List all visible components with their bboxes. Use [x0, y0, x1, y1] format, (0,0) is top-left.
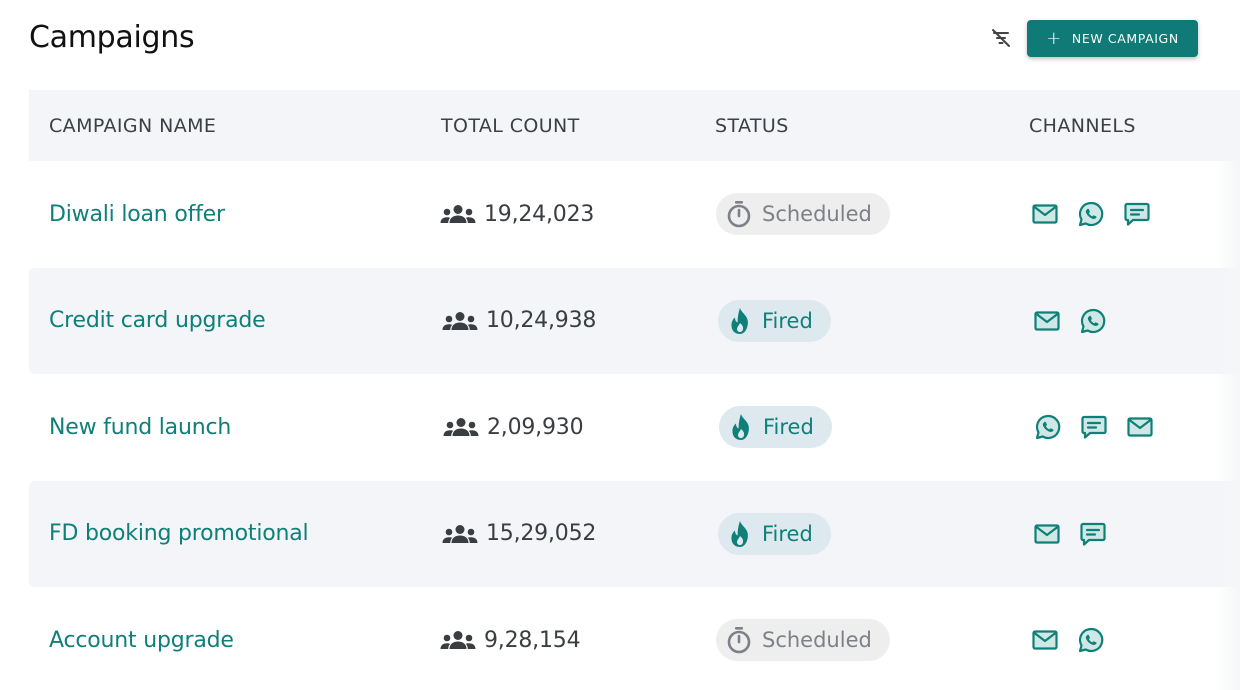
whatsapp-icon[interactable] — [1077, 200, 1105, 228]
campaign-name-link[interactable]: Credit card upgrade — [49, 268, 266, 375]
table-header: CAMPAIGN NAME TOTAL COUNT STATUS CHANNEL… — [29, 90, 1240, 161]
sms-icon[interactable] — [1079, 520, 1107, 548]
table-row[interactable]: New fund launch 2,09,930 Fired — [29, 374, 1240, 481]
column-header-channels[interactable]: CHANNELS — [1029, 90, 1136, 161]
clear-filter-button[interactable] — [985, 26, 1017, 54]
total-count-cell: 10,24,938 — [442, 268, 596, 375]
whatsapp-icon[interactable] — [1077, 626, 1105, 654]
column-header-total-count[interactable]: TOTAL COUNT — [441, 90, 580, 161]
status-cell: Scheduled — [716, 161, 890, 268]
timer-icon — [726, 200, 752, 228]
channels-cell — [1033, 268, 1107, 375]
people-icon — [442, 524, 478, 544]
whatsapp-icon[interactable] — [1079, 307, 1107, 335]
campaigns-table: CAMPAIGN NAME TOTAL COUNT STATUS CHANNEL… — [29, 90, 1240, 690]
total-count-value: 19,24,023 — [484, 201, 595, 227]
page-title: Campaigns — [29, 20, 195, 55]
new-campaign-label: NEW CAMPAIGN — [1071, 31, 1179, 46]
total-count-value: 10,24,938 — [486, 308, 597, 334]
campaign-name-link[interactable]: Diwali loan offer — [49, 161, 225, 268]
channels-cell — [1033, 481, 1107, 588]
status-cell: Fired — [719, 374, 832, 481]
email-icon[interactable] — [1031, 626, 1059, 654]
total-count-value: 2,09,930 — [487, 414, 584, 440]
campaign-name-link[interactable]: New fund launch — [49, 374, 231, 481]
people-icon — [443, 417, 479, 437]
total-count-value: 15,29,052 — [486, 521, 597, 547]
column-header-status[interactable]: STATUS — [715, 90, 789, 161]
status-label: Fired — [763, 415, 814, 440]
people-icon — [440, 204, 476, 224]
fire-icon — [729, 413, 753, 441]
new-campaign-button[interactable]: + NEW CAMPAIGN — [1027, 20, 1198, 57]
people-icon — [440, 630, 476, 650]
column-header-campaign-name[interactable]: CAMPAIGN NAME — [49, 90, 216, 161]
status-badge: Scheduled — [716, 193, 890, 236]
status-badge: Fired — [718, 512, 831, 555]
channels-cell — [1031, 161, 1151, 268]
status-badge: Fired — [719, 406, 832, 449]
campaign-name-link[interactable]: FD booking promotional — [49, 481, 309, 588]
whatsapp-icon[interactable] — [1034, 413, 1062, 441]
status-cell: Fired — [718, 481, 831, 588]
scroll-edge-shadow — [1216, 160, 1240, 690]
status-label: Fired — [762, 521, 813, 546]
status-badge: Scheduled — [716, 619, 890, 662]
table-row[interactable]: Credit card upgrade 10,24,938 Fired — [29, 267, 1240, 375]
campaign-name-link[interactable]: Account upgrade — [49, 587, 234, 690]
email-icon[interactable] — [1126, 413, 1154, 441]
total-count-cell: 2,09,930 — [443, 374, 584, 481]
table-row[interactable]: Account upgrade 9,28,154 Scheduled — [29, 587, 1240, 690]
email-icon[interactable] — [1033, 307, 1061, 335]
fire-icon — [728, 520, 752, 548]
total-count-cell: 19,24,023 — [440, 161, 594, 268]
people-icon — [442, 311, 478, 331]
total-count-cell: 15,29,052 — [442, 481, 596, 588]
table-row[interactable]: FD booking promotional 15,29,052 Fired — [29, 480, 1240, 588]
total-count-value: 9,28,154 — [484, 627, 581, 653]
total-count-cell: 9,28,154 — [440, 587, 581, 690]
page-header: Campaigns + NEW CAMPAIGN — [0, 0, 1240, 90]
status-label: Scheduled — [762, 202, 872, 227]
filter-off-icon — [990, 28, 1012, 52]
status-cell: Scheduled — [716, 587, 890, 690]
email-icon[interactable] — [1031, 200, 1059, 228]
status-badge: Fired — [718, 299, 831, 342]
channels-cell — [1034, 374, 1154, 481]
plus-icon: + — [1046, 27, 1062, 49]
channels-cell — [1031, 587, 1105, 690]
sms-icon[interactable] — [1080, 413, 1108, 441]
status-label: Fired — [762, 308, 813, 333]
table-body: Diwali loan offer 19,24,023 Scheduled Credi… — [29, 161, 1240, 690]
sms-icon[interactable] — [1123, 200, 1151, 228]
fire-icon — [728, 307, 752, 335]
timer-icon — [726, 626, 752, 654]
status-label: Scheduled — [762, 628, 872, 653]
email-icon[interactable] — [1033, 520, 1061, 548]
table-row[interactable]: Diwali loan offer 19,24,023 Scheduled — [29, 161, 1240, 268]
status-cell: Fired — [718, 268, 831, 375]
